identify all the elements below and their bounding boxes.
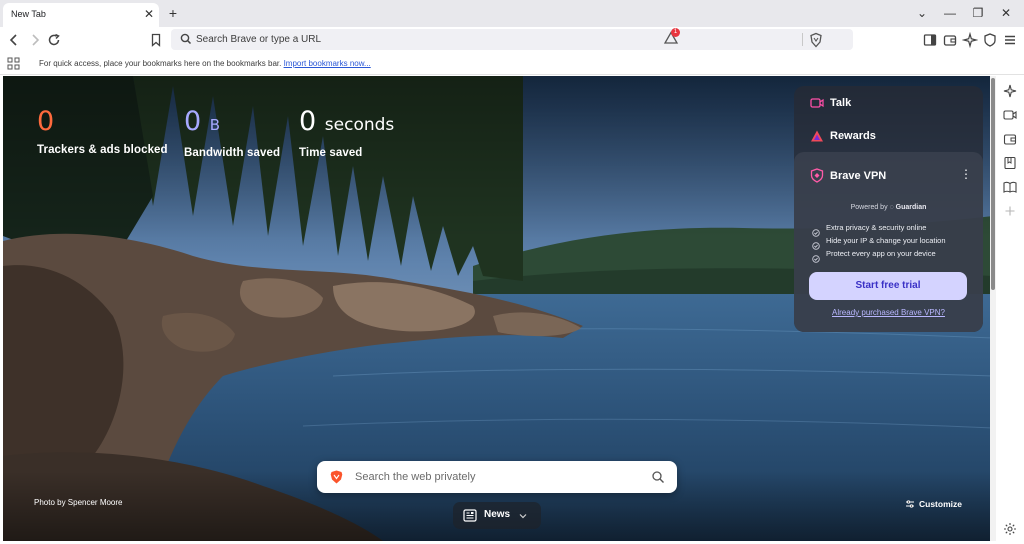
new-tab-button[interactable]: + [165, 5, 181, 21]
tab-new-tab[interactable]: New Tab ✕ [3, 3, 159, 27]
talk-label: Talk [830, 97, 852, 109]
trackers-label: Trackers & ads blocked [37, 144, 168, 156]
scrollbar-thumb[interactable] [991, 78, 995, 290]
tab-strip: New Tab ✕ + ⌄ — ❐ ✕ [0, 0, 1024, 27]
tab-title: New Tab [11, 9, 46, 19]
vpn-feature-text: Hide your IP & change your location [826, 236, 946, 245]
bookmarks-icon[interactable] [1003, 156, 1017, 170]
stat-trackers: 0 Trackers & ads blocked [37, 106, 168, 156]
restore-button[interactable]: ❐ [970, 5, 986, 21]
bandwidth-value: 0 [184, 106, 202, 137]
time-label: Time saved [299, 147, 363, 159]
check-icon [812, 250, 820, 263]
time-unit: seconds [324, 115, 395, 135]
sidebar-toggle-icon[interactable] [922, 32, 938, 48]
photo-credit[interactable]: Photo by Spencer Moore [34, 498, 123, 507]
settings-gear-icon[interactable] [1003, 522, 1017, 536]
forward-icon[interactable] [27, 32, 43, 48]
search-icon [179, 32, 193, 46]
window-close-button[interactable]: ✕ [998, 5, 1014, 21]
vpn-shield-icon [810, 168, 824, 183]
vpn-title: Brave VPN [830, 170, 887, 182]
leo-ai-icon[interactable] [1003, 84, 1017, 98]
guardian-text: Guardian [895, 204, 927, 211]
toolbar: Search Brave or type a URL 1 [0, 27, 1024, 53]
vpn-feature-text: Extra privacy & security online [826, 223, 927, 232]
already-purchased-link[interactable]: Already purchased Brave VPN? [794, 308, 983, 317]
browser-sidebar [996, 76, 1024, 544]
omnibox-divider [802, 33, 803, 46]
rewards-triangle-icon [810, 129, 824, 143]
omnibox-placeholder: Search Brave or type a URL [196, 34, 322, 45]
web-search-box[interactable]: Search the web privately [317, 461, 677, 493]
vpn-feature-text: Protect every app on your device [826, 249, 936, 258]
vpn-shield-icon[interactable] [982, 32, 998, 48]
search-placeholder: Search the web privately [355, 471, 476, 483]
news-button[interactable]: News [453, 502, 541, 529]
reading-list-icon[interactable] [1003, 180, 1017, 194]
search-icon[interactable] [651, 470, 665, 484]
bookmarks-hint: For quick access, place your bookmarks h… [39, 59, 371, 68]
add-icon[interactable] [1003, 204, 1017, 218]
apps-grid-icon[interactable] [7, 57, 20, 70]
bookmarks-bar: For quick access, place your bookmarks h… [0, 53, 1024, 75]
customize-sliders-icon [905, 499, 915, 509]
bandwidth-label: Bandwidth saved [184, 147, 281, 159]
talk-icon [810, 96, 824, 110]
talk-icon[interactable] [1003, 108, 1017, 122]
import-bookmarks-link[interactable]: Import bookmarks now... [284, 59, 371, 68]
start-free-trial-button[interactable]: Start free trial [809, 272, 967, 300]
rewards-badge: 1 [671, 28, 680, 37]
trackers-count: 0 [37, 106, 55, 137]
leo-ai-icon[interactable] [961, 31, 979, 49]
news-label: News [484, 509, 511, 520]
bookmark-icon[interactable] [148, 32, 164, 48]
powered-by-text: Powered by [850, 204, 888, 211]
vpn-powered-by: Powered by ◌ Guardian [794, 204, 983, 211]
stat-bandwidth: 0 B Bandwidth saved [184, 106, 280, 159]
brave-shields-icon[interactable] [808, 32, 824, 48]
chevron-down-icon [517, 509, 529, 521]
more-options-icon[interactable]: ⋮ [960, 167, 972, 181]
news-icon [463, 509, 477, 522]
check-icon [812, 237, 820, 250]
check-icon [812, 224, 820, 237]
wallet-icon[interactable] [1003, 132, 1017, 146]
widget-talk[interactable]: Talk [794, 88, 983, 118]
bandwidth-unit: B [209, 116, 221, 134]
widget-stack: Talk Rewards Brave VPN ⋮ Powered by ◌ Gu… [794, 86, 983, 332]
stat-time: 0 seconds Time saved [299, 106, 394, 159]
omnibox[interactable]: Search Brave or type a URL [171, 29, 853, 50]
back-icon[interactable] [6, 32, 22, 48]
vpn-card: Brave VPN ⋮ Powered by ◌ Guardian Extra … [794, 152, 983, 332]
rewards-label: Rewards [830, 130, 876, 142]
wallet-icon[interactable] [942, 32, 958, 48]
minimize-button[interactable]: — [942, 5, 958, 21]
new-tab-page: 0 Trackers & ads blocked 0 B Bandwidth s… [3, 76, 993, 541]
brave-logo-icon [330, 470, 343, 484]
reload-icon[interactable] [46, 32, 62, 48]
guardian-logo-icon: ◌ [889, 204, 894, 211]
bookmarks-hint-text: For quick access, place your bookmarks h… [39, 59, 282, 68]
tab-search-chevron-icon[interactable]: ⌄ [914, 5, 930, 21]
close-icon[interactable]: ✕ [143, 8, 155, 20]
menu-icon[interactable] [1002, 32, 1018, 48]
time-value: 0 [299, 106, 317, 137]
customize-label: Customize [919, 499, 962, 509]
widget-rewards[interactable]: Rewards [794, 121, 983, 151]
